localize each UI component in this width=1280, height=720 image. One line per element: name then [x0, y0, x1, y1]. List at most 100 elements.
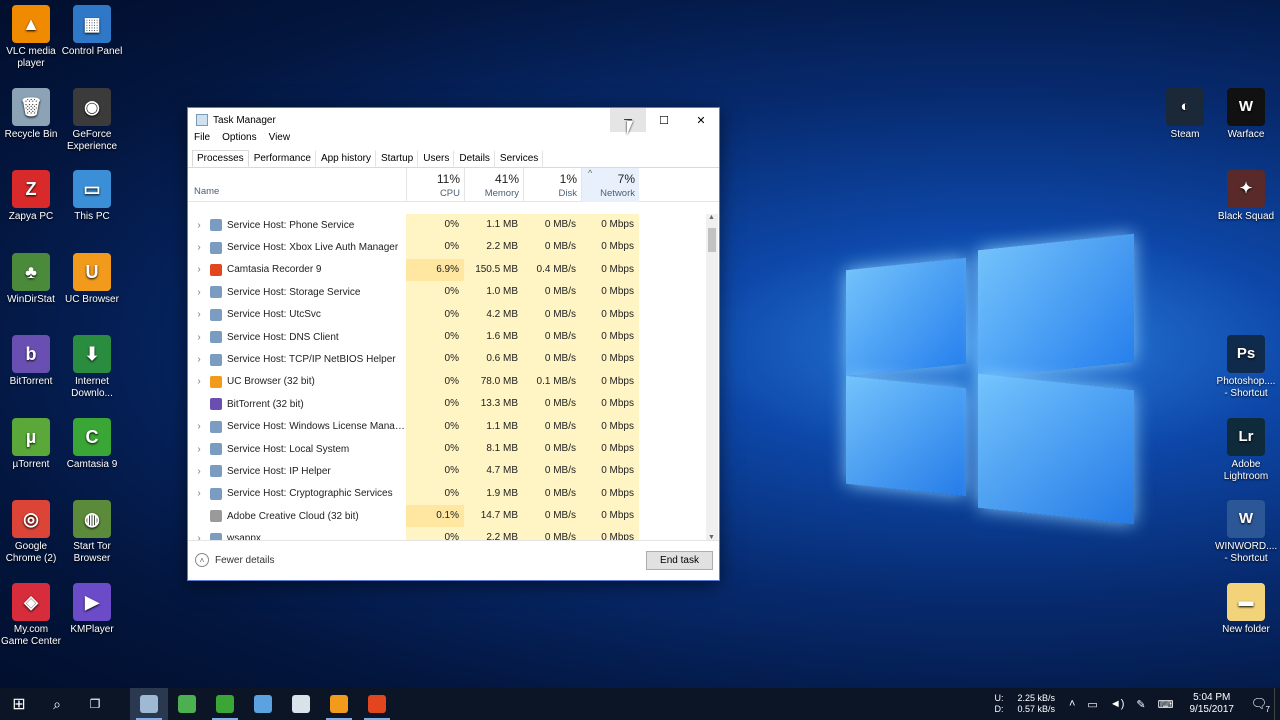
process-row[interactable]: › UC Browser (32 bit) 0% 78.0 MB 0.1 MB/s 0 M…: [188, 370, 708, 394]
tab-users[interactable]: Users: [418, 150, 455, 167]
notification-count: 7: [1265, 705, 1270, 714]
column-memory[interactable]: 41% Memory: [464, 168, 523, 202]
action-center-button[interactable]: 🗨 7: [1244, 688, 1274, 720]
process-row[interactable]: › Service Host: Cryptographic Services 0% 1…: [188, 482, 708, 506]
volume-icon[interactable]: ◄): [1110, 698, 1125, 710]
desktop-icon[interactable]: ✦ Black Squad: [1215, 170, 1277, 223]
desktop-icon[interactable]: ▶ KMPlayer: [61, 583, 123, 636]
expand-chevron-icon[interactable]: ›: [192, 287, 206, 298]
expand-chevron-icon[interactable]: ›: [192, 220, 206, 231]
process-row[interactable]: › Service Host: Xbox Live Auth Manager 0% 2…: [188, 236, 708, 259]
column-name[interactable]: Name: [194, 186, 219, 197]
menu-options[interactable]: Options: [222, 132, 256, 148]
menu-view[interactable]: View: [269, 132, 291, 148]
gear-icon: [210, 487, 222, 500]
process-row[interactable]: › wsappx 0% 2.2 MB 0 MB/s 0 Mbps: [188, 527, 708, 541]
process-row[interactable]: BitTorrent (32 bit) 0% 13.3 MB 0 MB/s 0 Mbps: [188, 393, 708, 416]
taskbar-app-button[interactable]: [168, 688, 206, 720]
expand-chevron-icon[interactable]: ›: [192, 242, 206, 253]
column-disk[interactable]: 1% Disk: [523, 168, 581, 202]
network-icon[interactable]: ▭: [1087, 698, 1097, 711]
gear-icon: [210, 443, 222, 456]
clock[interactable]: 5:04 PM 9/15/2017: [1190, 692, 1235, 716]
desktop-icon[interactable]: ◐ Steam: [1154, 88, 1216, 141]
taskbar-app-button[interactable]: [282, 688, 320, 720]
column-cpu[interactable]: 11% CPU: [406, 168, 464, 202]
expand-chevron-icon[interactable]: ›: [192, 466, 206, 477]
desktop-icon[interactable]: Lr Adobe Lightroom: [1215, 418, 1277, 483]
process-row[interactable]: › Service Host: TCP/IP NetBIOS Helper 0% 0.…: [188, 348, 708, 371]
process-cpu: 0.1%: [406, 505, 464, 528]
desktop-icon[interactable]: 🗑 Recycle Bin: [0, 88, 62, 141]
column-network[interactable]: ^ 7% Network: [581, 168, 639, 202]
expand-chevron-icon[interactable]: ›: [192, 421, 206, 432]
desktop-icon[interactable]: ▲ VLC media player: [0, 5, 62, 70]
process-row[interactable]: Adobe Creative Cloud (32 bit) 0.1% 14.7 MB…: [188, 505, 708, 528]
taskbar-app-button[interactable]: [358, 688, 396, 720]
process-row[interactable]: › Service Host: DNS Client 0% 1.6 MB 0 MB/s 0…: [188, 325, 708, 349]
this-pc-icon: ▭: [73, 170, 111, 208]
tab-performance[interactable]: Performance: [249, 150, 316, 167]
close-button[interactable]: ✕: [683, 108, 719, 132]
tab-app-history[interactable]: App history: [316, 150, 376, 167]
pen-icon[interactable]: ✎: [1136, 698, 1145, 711]
expand-chevron-icon[interactable]: ›: [192, 354, 206, 365]
game-center-icon: ◈: [12, 583, 50, 621]
desktop-icon[interactable]: ▦ Control Panel: [61, 5, 123, 58]
taskbar-app-button[interactable]: [320, 688, 358, 720]
taskbar-app-button[interactable]: [206, 688, 244, 720]
desktop-icon[interactable]: U UC Browser: [61, 253, 123, 306]
fewer-details-button[interactable]: ˄ Fewer details: [195, 553, 274, 567]
expand-chevron-icon[interactable]: ›: [192, 309, 206, 320]
desktop-icon[interactable]: µ µTorrent: [0, 418, 62, 471]
scroll-thumb[interactable]: [708, 228, 716, 252]
expand-chevron-icon[interactable]: ›: [192, 332, 206, 343]
process-name: Adobe Creative Cloud (32 bit): [227, 510, 359, 522]
chevron-up-icon[interactable]: ˄: [1069, 698, 1075, 710]
tab-processes[interactable]: Processes: [192, 150, 249, 167]
show-desktop-button[interactable]: [1274, 688, 1280, 720]
process-row[interactable]: › Service Host: Storage Service 0% 1.0 MB 0 …: [188, 281, 708, 304]
taskbar-app-button[interactable]: [244, 688, 282, 720]
expand-chevron-icon[interactable]: ›: [192, 264, 206, 275]
process-row[interactable]: › Service Host: Windows License Manag... 0…: [188, 415, 708, 438]
process-row[interactable]: › Service Host: Phone Service 0% 1.1 MB 0 MB…: [188, 214, 708, 237]
desktop-icon[interactable]: W WINWORD.... - Shortcut: [1215, 500, 1277, 565]
process-row[interactable]: › Service Host: IP Helper 0% 4.7 MB 0 MB/s 0 …: [188, 460, 708, 483]
process-net: 0 Mbps: [581, 527, 639, 541]
tab-details[interactable]: Details: [454, 150, 495, 167]
process-row[interactable]: › Service Host: UtcSvc 0% 4.2 MB 0 MB/s 0 Mbp…: [188, 303, 708, 326]
scroll-up-icon[interactable]: ▲: [708, 214, 715, 221]
taskbar-app-button[interactable]: [130, 688, 168, 720]
desktop-icon[interactable]: Ps Photoshop.... - Shortcut: [1215, 335, 1277, 400]
tab-services[interactable]: Services: [495, 150, 544, 167]
desktop-icon[interactable]: ◈ My.com Game Center: [0, 583, 62, 648]
desktop-icon[interactable]: ▬ New folder: [1215, 583, 1277, 636]
start-button[interactable]: ⊞: [0, 688, 38, 720]
menu-file[interactable]: File: [194, 132, 210, 148]
process-disk: 0 MB/s: [523, 505, 581, 528]
desktop-icon[interactable]: W Warface: [1215, 88, 1277, 141]
desktop-icon[interactable]: ◍ Start Tor Browser: [61, 500, 123, 565]
process-row[interactable]: › Camtasia Recorder 9 6.9% 150.5 MB 0.4 MB/s…: [188, 258, 708, 282]
desktop-icon[interactable]: ◎ Google Chrome (2): [0, 500, 62, 565]
expand-chevron-icon[interactable]: ›: [192, 444, 206, 455]
tab-startup[interactable]: Startup: [376, 150, 419, 167]
gear-icon: [210, 331, 222, 344]
desktop-icon[interactable]: ♣ WinDirStat: [0, 253, 62, 306]
desktop-icon[interactable]: Z Zapya PC: [0, 170, 62, 223]
search-button[interactable]: ⌕: [38, 688, 76, 720]
desktop-icon[interactable]: ◉ GeForce Experience: [61, 88, 123, 153]
desktop-icon[interactable]: ⬇ Internet Downlo...: [61, 335, 123, 400]
task-view-button[interactable]: ❐: [76, 688, 114, 720]
process-row[interactable]: › Service Host: Local System 0% 8.1 MB 0 MB/…: [188, 437, 708, 461]
expand-chevron-icon[interactable]: ›: [192, 376, 206, 387]
desktop-icon[interactable]: ▭ This PC: [61, 170, 123, 223]
desktop-icon[interactable]: b BitTorrent: [0, 335, 62, 388]
scrollbar[interactable]: ▲ ▼: [706, 214, 718, 541]
end-task-button[interactable]: End task: [646, 551, 713, 570]
maximize-button[interactable]: ☐: [646, 108, 682, 132]
desktop-icon[interactable]: C Camtasia 9: [61, 418, 123, 471]
expand-chevron-icon[interactable]: ›: [192, 488, 206, 499]
keyboard-icon[interactable]: ⌨: [1158, 698, 1174, 711]
